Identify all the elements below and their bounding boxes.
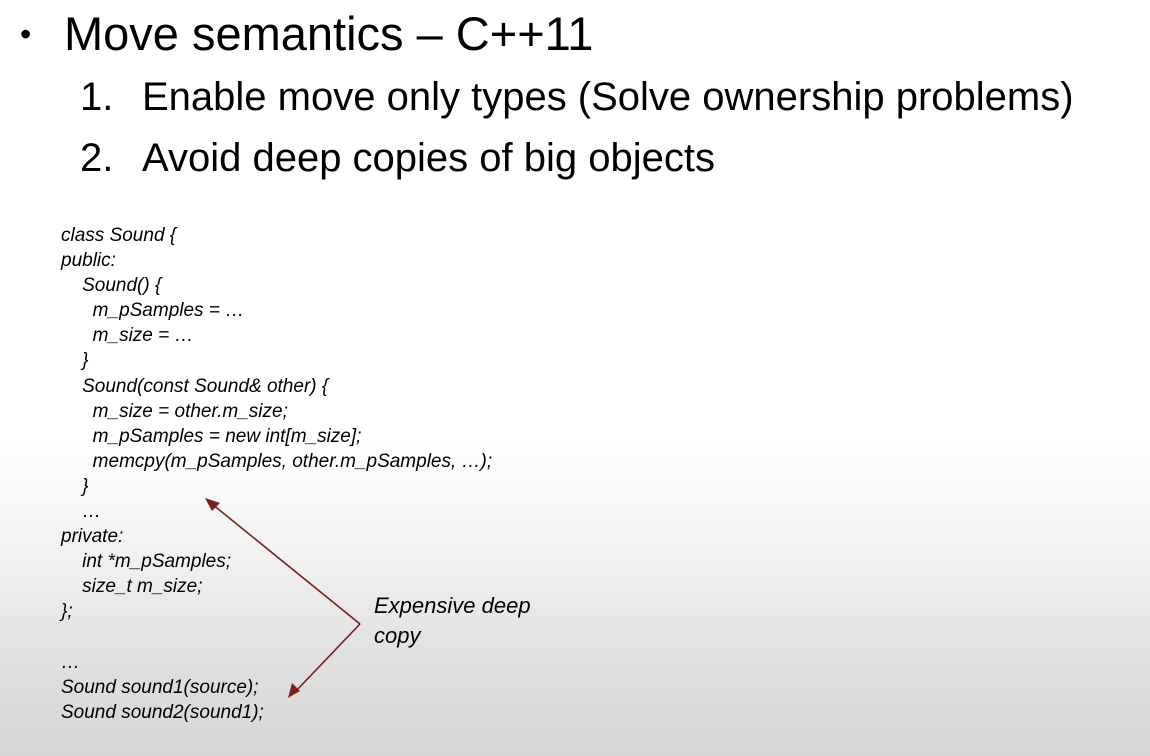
arrow-to-copy-constructor bbox=[211, 503, 361, 625]
annotation-text: Expensive deep copy bbox=[374, 591, 531, 651]
annotation-line: Expensive deep bbox=[374, 593, 531, 618]
annotation-arrows bbox=[205, 498, 361, 698]
arrow-to-sound1 bbox=[294, 623, 361, 693]
annotation-line: copy bbox=[374, 623, 421, 648]
arrowhead-icon bbox=[288, 683, 300, 698]
